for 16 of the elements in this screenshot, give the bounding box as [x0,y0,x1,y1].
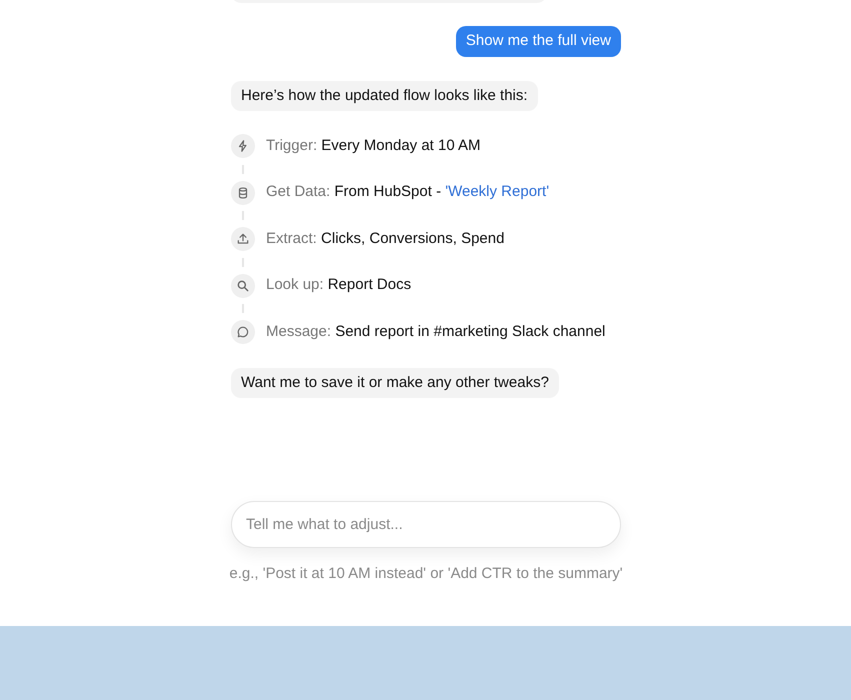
hint-text: e.g., 'Post it at 10 AM instead' or 'Add CTR to the summary' [229,564,623,584]
step-text: Look up: Report Docs [266,275,412,296]
upload-icon [231,227,255,251]
bolt-icon [231,134,255,158]
database-icon [231,180,255,204]
message-bubble: Show me the full view [456,26,621,57]
message-bubble: Want me to save it or make any other tweaks? [231,368,559,398]
step-text: Message: Send report in #marketing Slack channel [266,322,606,342]
message-input[interactable]: Tell me what to adjust... [231,501,621,548]
search-icon [231,274,255,298]
step-text: Extract: Clicks, Conversions, Spend [266,228,504,249]
message-bubble: Here’s how the updated flow looks like this: [231,81,538,111]
step-text: Trigger: Every Monday at 10 AM [266,136,481,156]
report-link[interactable]: 'Weekly Report' [445,183,550,200]
step-text: Get Data: From HubSpot - 'Weekly Report' [266,182,550,202]
chat-bubble-icon [231,320,255,344]
